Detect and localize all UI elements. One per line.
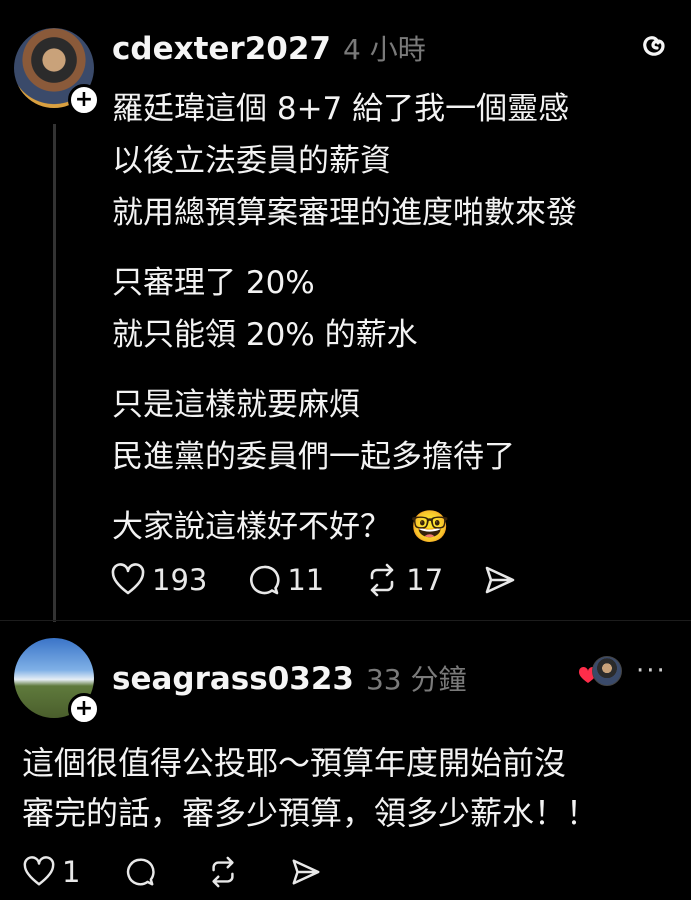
like-button[interactable]: 193 — [110, 563, 207, 597]
thread-divider — [0, 620, 691, 621]
comment-count: 11 — [287, 563, 325, 597]
post-header: cdexter2027 4 小時 — [112, 28, 426, 68]
repost-icon — [370, 563, 394, 597]
more-options-button[interactable]: ··· — [636, 656, 667, 686]
reply-line: 這個很值得公投耶～預算年度開始前沒 — [22, 744, 567, 782]
post-action-bar: 193 11 17 — [110, 563, 563, 597]
share-button[interactable] — [483, 563, 523, 597]
reply-header: seagrass0323 33 分鐘 — [112, 658, 467, 698]
comment-button[interactable] — [124, 856, 162, 888]
post-line: 民進黨的委員們一起多擔待了 — [112, 439, 515, 475]
reply-action-bar: 1 — [22, 855, 368, 889]
repost-count: 17 — [406, 563, 444, 597]
follow-plus-button[interactable]: + — [68, 693, 100, 725]
send-icon — [292, 859, 320, 885]
reply-username[interactable]: seagrass0323 — [112, 661, 354, 697]
post-paragraph-4: 大家說這樣好不好？ 🤓 — [112, 501, 672, 553]
comment-bubble-icon — [127, 858, 156, 886]
comment-bubble-icon — [250, 565, 280, 595]
repost-button[interactable]: 17 — [364, 563, 443, 597]
liked-by-author-badge — [578, 656, 622, 688]
post-username[interactable]: cdexter2027 — [112, 31, 331, 67]
reply-line: 審完的話，審多少預算，領多少薪水！！ — [22, 794, 599, 832]
post-body: 羅廷瑋這個 8+7 給了我一個靈感 以後立法委員的薪資 就用總預算案審理的進度啪… — [112, 83, 672, 571]
post-line: 大家說這樣好不好？ 🤓 — [112, 501, 672, 553]
post-line: 只審理了 20% — [112, 265, 315, 301]
reply-body: 這個很值得公投耶～預算年度開始前沒 審完的話，審多少預算，領多少薪水！！ — [22, 738, 682, 838]
post-line: 就只能領 20% 的薪水 — [112, 317, 418, 353]
post-paragraph-2: 只審理了 20% 就只能領 20% 的薪水 — [112, 257, 672, 361]
follow-plus-button[interactable]: + — [68, 84, 100, 116]
post-timestamp: 4 小時 — [343, 33, 426, 66]
heart-icon — [23, 856, 55, 886]
post-line: 就用總預算案審理的進度啪數來發 — [112, 195, 577, 231]
like-count: 193 — [152, 563, 208, 597]
heart-icon — [111, 563, 145, 595]
thread-connector-line — [53, 124, 56, 622]
post-line-text: 大家說這樣好不好？ — [112, 509, 391, 545]
post-line: 羅廷瑋這個 8+7 給了我一個靈感 — [112, 91, 570, 127]
repost-button[interactable] — [206, 856, 246, 888]
nerd-face-emoji-icon: 🤓 — [410, 509, 450, 545]
repost-icon — [212, 856, 235, 888]
like-button[interactable]: 1 — [22, 855, 80, 889]
share-button[interactable] — [290, 856, 328, 888]
post-paragraph-1: 羅廷瑋這個 8+7 給了我一個靈感 以後立法委員的薪資 就用總預算案審理的進度啪… — [112, 83, 672, 239]
author-mini-avatar — [592, 656, 622, 686]
post-paragraph-3: 只是這樣就要麻煩 民進黨的委員們一起多擔待了 — [112, 379, 672, 483]
post-line: 以後立法委員的薪資 — [112, 143, 391, 179]
comment-button[interactable]: 11 — [247, 563, 324, 597]
like-count: 1 — [62, 855, 81, 889]
post-line: 只是這樣就要麻煩 — [112, 387, 360, 423]
threads-logo-icon[interactable] — [636, 29, 670, 63]
send-icon — [485, 566, 515, 594]
reply-timestamp: 33 分鐘 — [365, 663, 467, 696]
